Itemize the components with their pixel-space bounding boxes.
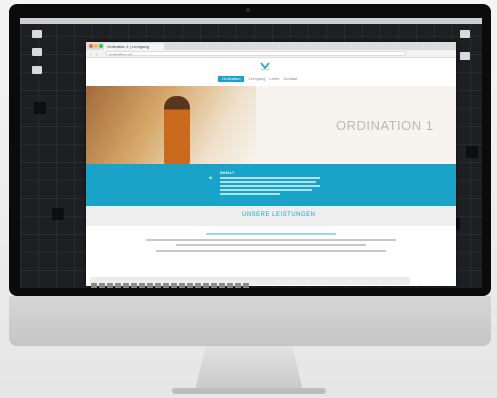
- hero-title: ORDINATION 1: [336, 118, 434, 133]
- browser-tab[interactable]: Ordination 1 | Lerngang: [104, 43, 164, 50]
- hero-banner: ORDINATION 1: [86, 86, 456, 164]
- menu-bar: [20, 18, 482, 24]
- dock-app-icon[interactable]: [131, 283, 137, 288]
- imac-chin: [9, 296, 491, 346]
- dock-app-icon[interactable]: [203, 283, 209, 288]
- dock-app-icon[interactable]: [123, 283, 129, 288]
- desktop-icon[interactable]: [32, 66, 42, 74]
- services-link[interactable]: UNSERE LEISTUNGEN: [242, 211, 316, 220]
- wallpaper-tile: [466, 146, 478, 158]
- info-icon: ✦: [208, 176, 214, 182]
- nav-item-lerngang[interactable]: Lerngang: [248, 76, 265, 82]
- desktop-icon[interactable]: [460, 52, 470, 60]
- footer-text-line: [156, 250, 386, 252]
- dock-app-icon[interactable]: [155, 283, 161, 288]
- desktop-icon[interactable]: [460, 30, 470, 38]
- band-text-line: [220, 181, 316, 183]
- dock-app-icon[interactable]: [163, 283, 169, 288]
- dock-app-icon[interactable]: [187, 283, 193, 288]
- address-bar[interactable]: ordination.ch: [106, 51, 406, 56]
- desktop: Ordination 1 | Lerngang ‹ › ordination.c…: [20, 18, 482, 288]
- dock-app-icon[interactable]: [235, 283, 241, 288]
- tab-bar: Ordination 1 | Lerngang: [86, 42, 456, 50]
- dock-app-icon[interactable]: [211, 283, 217, 288]
- browser-window: Ordination 1 | Lerngang ‹ › ordination.c…: [86, 42, 456, 286]
- desktop-icon[interactable]: [32, 30, 42, 38]
- wallpaper-tile: [34, 102, 46, 114]
- dock-app-icon[interactable]: [195, 283, 201, 288]
- dock-app-icon[interactable]: [107, 283, 113, 288]
- dock-app-icon[interactable]: [219, 283, 225, 288]
- hero-photo: [86, 86, 256, 164]
- address-toolbar: ‹ › ordination.ch: [86, 50, 456, 58]
- dock-app-icon[interactable]: [179, 283, 185, 288]
- cta-strip: UNSERE LEISTUNGEN: [86, 206, 456, 226]
- site-logo-icon[interactable]: [258, 61, 272, 71]
- photo-scene: Ordination 1 | Lerngang ‹ › ordination.c…: [0, 0, 497, 398]
- band-text-line: [220, 189, 312, 191]
- camera-icon: [246, 8, 250, 12]
- nav-item-lehre[interactable]: Lehre: [269, 76, 279, 82]
- intro-band: ✦ INHALT: [86, 164, 456, 206]
- footer-text-line: [206, 233, 336, 235]
- site-nav: Ordination Lerngang Lehre Kontakt: [218, 76, 301, 82]
- imac-stand-base: [172, 388, 326, 394]
- desktop-icon[interactable]: [32, 48, 42, 56]
- dock-app-icon[interactable]: [227, 283, 233, 288]
- wallpaper-tile: [52, 208, 64, 220]
- dock-app-icon[interactable]: [115, 283, 121, 288]
- dock-app-icon[interactable]: [99, 283, 105, 288]
- nav-item-kontakt[interactable]: Kontakt: [284, 76, 298, 82]
- close-window-icon[interactable]: [89, 44, 93, 48]
- band-text-line: [220, 193, 280, 195]
- dock-app-icon[interactable]: [139, 283, 145, 288]
- zoom-window-icon[interactable]: [99, 44, 103, 48]
- monk-figure: [164, 96, 190, 164]
- imac-stand: [195, 346, 303, 391]
- dock-app-icon[interactable]: [91, 283, 97, 288]
- nav-item-ordination[interactable]: Ordination: [218, 76, 245, 82]
- dock-app-icon[interactable]: [243, 283, 249, 288]
- footer-text-line: [146, 239, 396, 241]
- minimize-window-icon[interactable]: [94, 44, 98, 48]
- band-text-line: [220, 177, 320, 179]
- band-text-line: [220, 185, 320, 187]
- web-page: Ordination Lerngang Lehre Kontakt ORDINATIO…: [86, 58, 456, 286]
- forward-icon[interactable]: ›: [96, 52, 97, 57]
- footer-text-line: [176, 244, 366, 246]
- dock-app-icon[interactable]: [171, 283, 177, 288]
- dock: [90, 277, 410, 288]
- band-heading: INHALT: [220, 170, 235, 175]
- back-icon[interactable]: ‹: [90, 52, 91, 57]
- dock-app-icon[interactable]: [147, 283, 153, 288]
